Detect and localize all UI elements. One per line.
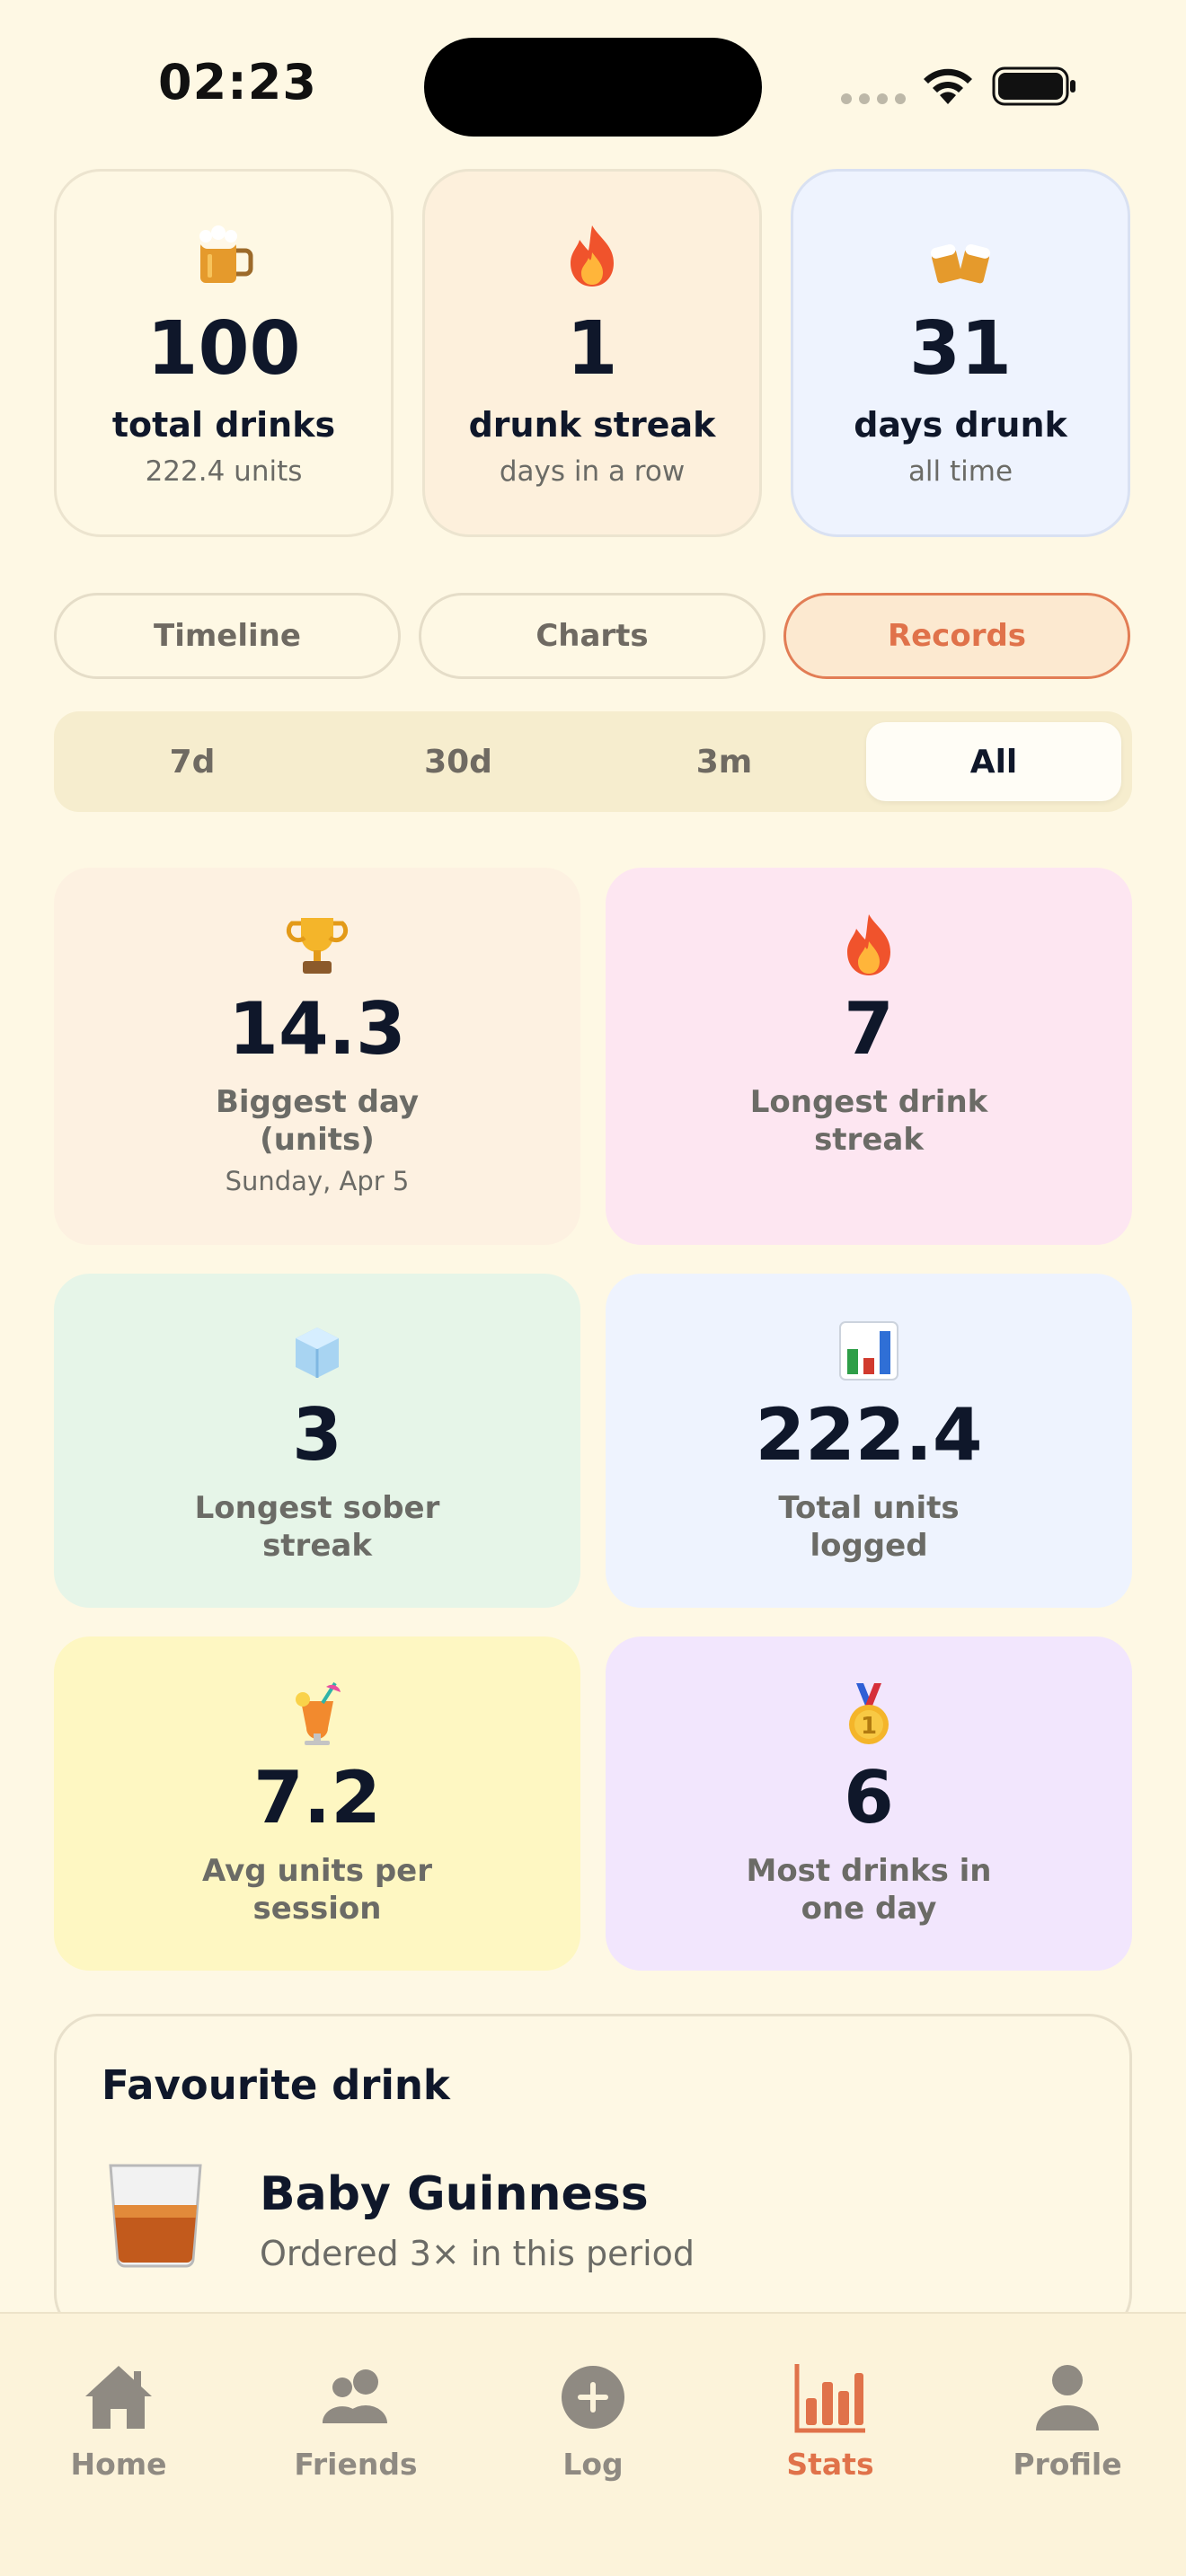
period-selector: 7d 30d 3m All	[54, 711, 1132, 812]
gold-medal-icon: 1	[849, 1683, 889, 1744]
days-drunk-label: days drunk	[854, 405, 1067, 445]
trophy-icon	[286, 918, 349, 974]
tab-timeline[interactable]: Timeline	[54, 593, 401, 679]
tab-friends-label: Friends	[294, 2447, 418, 2482]
tab-stats-label: Stats	[786, 2447, 874, 2482]
period-3m[interactable]: 3m	[597, 722, 852, 801]
plus-circle-icon	[562, 2366, 624, 2429]
favourite-drink-name: Baby Guinness	[260, 2167, 649, 2221]
svg-text:1: 1	[861, 1713, 877, 1740]
tab-profile-label: Profile	[1013, 2447, 1122, 2482]
signal-icon	[841, 93, 906, 104]
drunk-streak-value: 1	[566, 306, 618, 392]
days-drunk-value: 31	[908, 306, 1013, 392]
longest-sober-streak-value: 3	[292, 1393, 342, 1477]
avg-units-value: 7.2	[253, 1756, 381, 1839]
period-30d[interactable]: 30d	[331, 722, 586, 801]
longest-drink-streak-label: Longest drink streak	[749, 1084, 988, 1158]
fire-icon	[571, 225, 614, 287]
total-units-card: 222.4 Total units logged	[606, 1274, 1132, 1608]
fire-icon	[847, 914, 890, 975]
tab-charts[interactable]: Charts	[419, 593, 766, 679]
longest-sober-streak-card: 3 Longest sober streak	[54, 1274, 580, 1608]
drunk-streak-label: drunk streak	[468, 405, 716, 445]
tab-profile[interactable]: Profile	[969, 2360, 1166, 2482]
biggest-day-card: 14.3 Biggest day (units) Sunday, Apr 5	[54, 868, 580, 1245]
tab-stats[interactable]: Stats	[731, 2360, 929, 2482]
drunk-streak-card: 1 drunk streak days in a row	[422, 169, 762, 537]
tab-log[interactable]: Log	[494, 2360, 692, 2482]
tab-home-label: Home	[70, 2447, 167, 2482]
favourite-drink-title: Favourite drink	[102, 2061, 450, 2109]
stats-icon	[794, 2364, 865, 2433]
biggest-day-value: 14.3	[228, 987, 406, 1071]
total-drinks-sub: 222.4 units	[145, 455, 303, 488]
tab-home[interactable]: Home	[20, 2360, 217, 2482]
longest-drink-streak-value: 7	[844, 987, 894, 1071]
battery-icon	[992, 66, 1075, 106]
total-drinks-card: 100 total drinks 222.4 units	[54, 169, 394, 537]
favourite-drink-sub: Ordered 3× in this period	[260, 2234, 695, 2273]
tab-friends[interactable]: Friends	[257, 2360, 455, 2482]
clinking-beer-mugs-icon	[930, 243, 991, 284]
tab-records[interactable]: Records	[783, 593, 1130, 679]
total-drinks-label: total drinks	[111, 405, 336, 445]
tab-log-label: Log	[562, 2447, 624, 2482]
home-icon	[85, 2366, 152, 2429]
bottom-tab-bar: Home Friends Log Stats Profile	[0, 2312, 1186, 2576]
friends-icon	[322, 2369, 387, 2423]
longest-drink-streak-card: 7 Longest drink streak	[606, 868, 1132, 1245]
profile-icon	[1036, 2365, 1099, 2430]
favourite-drink-card[interactable]: Favourite drink Baby Guinness Ordered 3×…	[54, 2014, 1132, 2337]
beer-mug-icon	[199, 225, 253, 283]
longest-sober-streak-label: Longest sober streak	[194, 1490, 440, 1564]
biggest-day-date: Sunday, Apr 5	[225, 1166, 410, 1196]
period-all[interactable]: All	[866, 722, 1121, 801]
status-time: 02:23	[158, 54, 317, 110]
whisky-glass-icon	[109, 2164, 202, 2268]
days-drunk-card: 31 days drunk all time	[791, 169, 1130, 537]
period-7d[interactable]: 7d	[65, 722, 320, 801]
drunk-streak-sub: days in a row	[499, 455, 686, 488]
ice-cube-icon	[296, 1328, 339, 1378]
days-drunk-sub: all time	[907, 455, 1013, 488]
most-drinks-label: Most drinks in one day	[746, 1853, 992, 1927]
most-drinks-value: 6	[844, 1756, 894, 1839]
wifi-icon	[924, 68, 972, 104]
dynamic-island	[424, 38, 762, 137]
total-units-value: 222.4	[755, 1393, 983, 1477]
avg-units-card: 7.2 Avg units per session	[54, 1636, 580, 1971]
avg-units-label: Avg units per session	[202, 1853, 432, 1927]
biggest-day-label: Biggest day (units)	[215, 1084, 420, 1158]
total-drinks-value: 100	[146, 306, 301, 392]
total-units-label: Total units logged	[778, 1490, 960, 1564]
most-drinks-card: 1 6 Most drinks in one day	[606, 1636, 1132, 1971]
tropical-drink-icon	[296, 1681, 341, 1745]
bar-chart-icon	[839, 1321, 898, 1381]
